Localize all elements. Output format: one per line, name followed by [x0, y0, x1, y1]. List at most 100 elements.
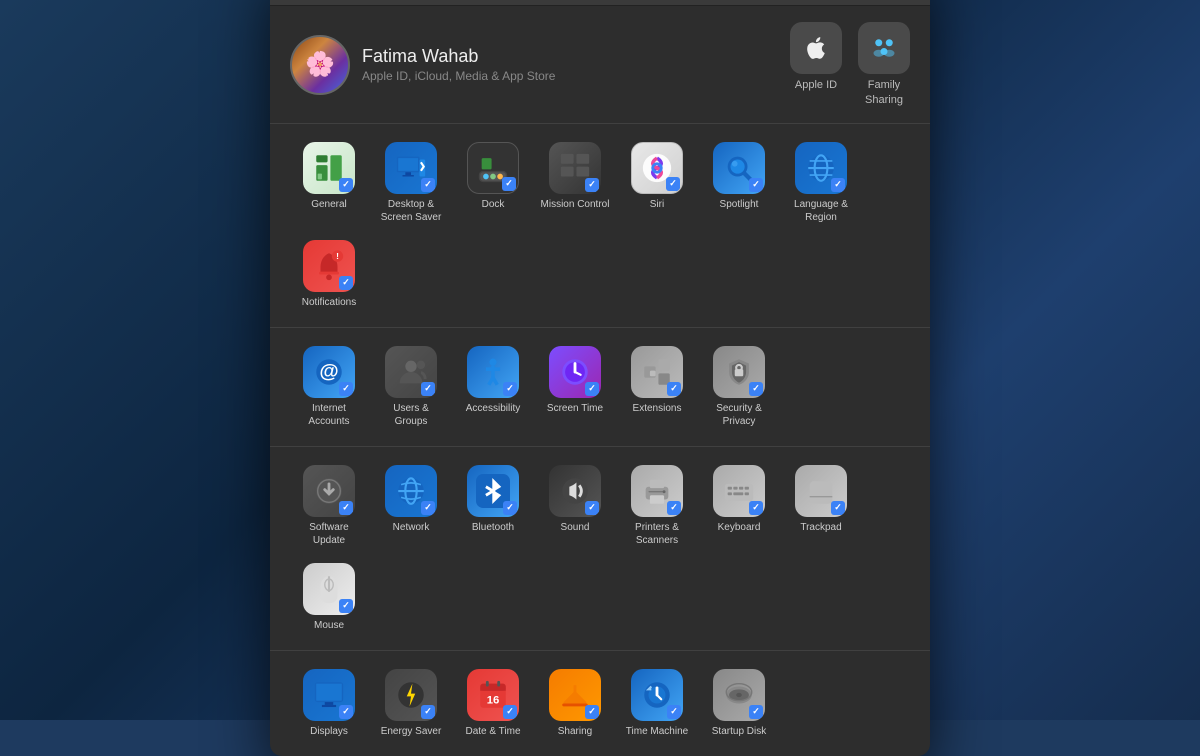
icon-box-bluetooth: ✓ — [467, 465, 519, 517]
icon-box-spotlight: ✓ — [713, 142, 765, 194]
check-badge-displays: ✓ — [339, 705, 353, 719]
icon-box-notifications: !✓ — [303, 240, 355, 292]
icon-box-keyboard: ✓ — [713, 465, 765, 517]
check-badge-trackpad: ✓ — [831, 501, 845, 515]
icon-item-date-time[interactable]: 16✓Date & Time — [454, 663, 532, 744]
icon-box-language-region: ✓ — [795, 142, 847, 194]
icon-item-sound[interactable]: ✓Sound — [536, 459, 614, 553]
check-badge-language-region: ✓ — [831, 178, 845, 192]
check-badge-bluetooth: ✓ — [503, 501, 517, 515]
icon-box-printers-scanners: ✓ — [631, 465, 683, 517]
sections-container: ✓General✓Desktop & Screen Saver✓Dock✓Mis… — [270, 124, 930, 756]
system-preferences-window: ‹ › Done System Preferences 🔍 🌸 Fatima W… — [270, 0, 930, 756]
icon-box-software-update: ✓ — [303, 465, 355, 517]
icon-item-sharing[interactable]: ✓Sharing — [536, 663, 614, 744]
icon-item-network[interactable]: ✓Network — [372, 459, 450, 553]
check-badge-printers-scanners: ✓ — [667, 501, 681, 515]
icon-label-time-machine: Time Machine — [626, 725, 688, 738]
icon-item-time-machine[interactable]: ✓ Time Machine — [618, 663, 696, 744]
icon-label-mission-control: Mission Control — [541, 198, 610, 211]
icon-item-language-region[interactable]: ✓ Language & Region — [782, 136, 860, 230]
icon-label-siri: Siri — [650, 198, 664, 211]
icon-box-startup-disk: ✓ — [713, 669, 765, 721]
icon-label-desktop-screensaver: Desktop & Screen Saver — [376, 198, 446, 224]
section-system: ✓ Displays ✓Energy Saver16✓Date & Time✓Sha… — [270, 651, 930, 756]
icon-item-desktop-screensaver[interactable]: ✓ Desktop & Screen Saver — [372, 136, 450, 230]
icon-item-dock[interactable]: ✓Dock — [454, 136, 532, 230]
avatar[interactable]: 🌸 — [290, 35, 350, 95]
check-badge-accessibility: ✓ — [503, 382, 517, 396]
icon-label-accessibility: Accessibility — [466, 402, 520, 415]
check-badge-extensions: ✓ — [667, 382, 681, 396]
icon-item-siri[interactable]: ✓Siri — [618, 136, 696, 230]
icon-label-language-region: Language & Region — [786, 198, 856, 224]
icon-item-users-groups[interactable]: ✓ Users & Groups — [372, 340, 450, 434]
icon-item-bluetooth[interactable]: ✓ Bluetooth — [454, 459, 532, 553]
icon-item-general[interactable]: ✓General — [290, 136, 368, 230]
icon-item-security-privacy[interactable]: ✓Security & Privacy — [700, 340, 778, 434]
svg-text:@: @ — [319, 360, 338, 382]
icon-box-accessibility: ✓ — [467, 346, 519, 398]
icon-box-sound: ✓ — [549, 465, 601, 517]
check-badge-keyboard: ✓ — [749, 501, 763, 515]
icon-label-extensions: Extensions — [633, 402, 682, 415]
profile-actions: Apple ID FamilySharing — [790, 22, 910, 107]
check-badge-network: ✓ — [421, 501, 435, 515]
icon-item-mission-control[interactable]: ✓ Mission Control — [536, 136, 614, 230]
icon-item-displays[interactable]: ✓ Displays — [290, 663, 368, 744]
check-badge-security-privacy: ✓ — [749, 382, 763, 396]
icon-item-trackpad[interactable]: ✓ Trackpad — [782, 459, 860, 553]
icon-box-sharing: ✓ — [549, 669, 601, 721]
check-badge-users-groups: ✓ — [421, 382, 435, 396]
icon-item-printers-scanners[interactable]: ✓Printers & Scanners — [618, 459, 696, 553]
apple-id-icon — [790, 22, 842, 74]
icon-label-keyboard: Keyboard — [718, 521, 761, 534]
icon-label-users-groups: Users & Groups — [376, 402, 446, 428]
profile-section: 🌸 Fatima Wahab Apple ID, iCloud, Media &… — [270, 6, 930, 124]
icon-label-spotlight: Spotlight — [720, 198, 759, 211]
icon-item-internet-accounts[interactable]: @✓ Internet Accounts — [290, 340, 368, 434]
icon-item-energy-saver[interactable]: ✓Energy Saver — [372, 663, 450, 744]
icon-label-bluetooth: Bluetooth — [472, 521, 514, 534]
icon-item-startup-disk[interactable]: ✓ Startup Disk — [700, 663, 778, 744]
family-sharing-icon — [858, 22, 910, 74]
check-badge-startup-disk: ✓ — [749, 705, 763, 719]
check-badge-spotlight: ✓ — [749, 178, 763, 192]
section-hardware: ✓Software Update✓Network✓Bluetooth✓Sound… — [270, 447, 930, 651]
icon-box-users-groups: ✓ — [385, 346, 437, 398]
icon-box-dock: ✓ — [467, 142, 519, 194]
icon-item-keyboard[interactable]: ✓ Keyboard — [700, 459, 778, 553]
icon-item-extensions[interactable]: ✓ Extensions — [618, 340, 696, 434]
check-badge-screen-time: ✓ — [585, 382, 599, 396]
icon-box-desktop-screensaver: ✓ — [385, 142, 437, 194]
check-badge-desktop-screensaver: ✓ — [421, 178, 435, 192]
check-badge-mission-control: ✓ — [585, 178, 599, 192]
family-sharing-label: FamilySharing — [865, 78, 903, 107]
icon-item-mouse[interactable]: ✓Mouse — [290, 557, 368, 638]
icon-label-startup-disk: Startup Disk — [712, 725, 766, 738]
icon-box-screen-time: ✓ — [549, 346, 601, 398]
profile-name: Fatima Wahab — [362, 46, 778, 67]
icon-item-spotlight[interactable]: ✓ Spotlight — [700, 136, 778, 230]
check-badge-dock: ✓ — [502, 177, 516, 191]
icon-item-software-update[interactable]: ✓ Software Update — [290, 459, 368, 553]
icon-item-notifications[interactable]: !✓Notifications — [290, 234, 368, 315]
apple-id-button[interactable]: Apple ID — [790, 22, 842, 107]
icon-box-general: ✓ — [303, 142, 355, 194]
check-badge-date-time: ✓ — [503, 705, 517, 719]
icon-item-screen-time[interactable]: ✓ Screen Time — [536, 340, 614, 434]
profile-subtitle: Apple ID, iCloud, Media & App Store — [362, 69, 778, 83]
icon-label-internet-accounts: Internet Accounts — [294, 402, 364, 428]
check-badge-sharing: ✓ — [585, 705, 599, 719]
icon-label-screen-time: Screen Time — [547, 402, 603, 415]
check-badge-general: ✓ — [339, 178, 353, 192]
icon-box-extensions: ✓ — [631, 346, 683, 398]
icon-box-internet-accounts: @✓ — [303, 346, 355, 398]
icon-box-energy-saver: ✓ — [385, 669, 437, 721]
icon-label-trackpad: Trackpad — [800, 521, 841, 534]
icon-box-time-machine: ✓ — [631, 669, 683, 721]
icon-label-displays: Displays — [310, 725, 348, 738]
icon-label-software-update: Software Update — [294, 521, 364, 547]
family-sharing-button[interactable]: FamilySharing — [858, 22, 910, 107]
icon-item-accessibility[interactable]: ✓ Accessibility — [454, 340, 532, 434]
